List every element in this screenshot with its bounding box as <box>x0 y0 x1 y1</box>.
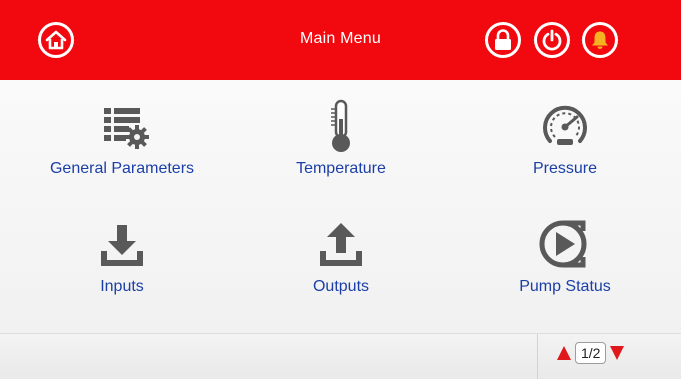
menu-item-inputs[interactable]: Inputs <box>22 214 222 296</box>
menu-item-label: Pump Status <box>519 278 611 295</box>
bell-icon <box>592 31 608 49</box>
upload-icon <box>320 223 362 266</box>
settings-list-icon <box>104 108 149 149</box>
footer-divider <box>537 334 538 379</box>
pump-play-icon <box>539 220 587 268</box>
page-title: Main Menu <box>300 30 381 47</box>
menu-item-temperature[interactable]: Temperature <box>241 96 441 178</box>
gauge-icon <box>543 105 587 145</box>
menu-item-pressure[interactable]: Pressure <box>465 96 665 178</box>
lock-icon <box>495 29 511 50</box>
page-indicator: 1/2 <box>575 342 607 364</box>
power-button[interactable] <box>534 22 570 58</box>
footer-bar: 1/2 <box>0 333 681 379</box>
menu-item-general-parameters[interactable]: General Parameters <box>22 96 222 178</box>
lock-button[interactable] <box>485 22 521 58</box>
download-icon <box>101 225 143 266</box>
thermometer-icon <box>331 99 350 152</box>
menu-item-outputs[interactable]: Outputs <box>241 214 441 296</box>
alarm-button[interactable] <box>582 22 618 58</box>
menu-item-label: Pressure <box>532 160 598 177</box>
page-down-arrow-icon[interactable] <box>610 346 625 360</box>
menu-item-label: Outputs <box>312 278 370 295</box>
menu-grid: General Parameters Temperature Pressure … <box>0 80 681 333</box>
menu-item-label: Inputs <box>100 278 144 295</box>
pager: 1/2 <box>557 342 625 364</box>
menu-item-pump-status[interactable]: Pump Status <box>465 214 665 296</box>
page-up-arrow-icon[interactable] <box>557 346 571 360</box>
header-bar: Main Menu <box>0 0 681 80</box>
menu-item-label: General Parameters <box>49 160 195 177</box>
menu-item-label: Temperature <box>296 160 386 177</box>
power-icon <box>542 29 562 51</box>
